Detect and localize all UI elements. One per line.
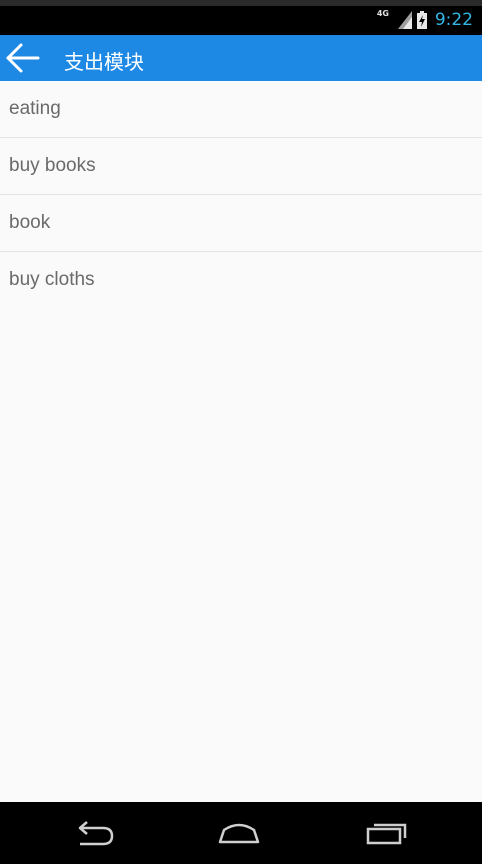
nav-recents-icon [366, 823, 407, 845]
list-item-label: buy books [9, 155, 96, 176]
list-item-label: book [9, 212, 51, 233]
signal-icon [397, 11, 412, 29]
expense-list: eating buy books book buy cloths [0, 81, 482, 308]
list-item-label: buy cloths [9, 269, 95, 290]
list-item-book[interactable]: book [0, 195, 482, 252]
list-item-buy-cloths[interactable]: buy cloths [0, 252, 482, 308]
status-clock: 9:22 [434, 10, 473, 30]
status-bar: 4G 9:22 [0, 0, 482, 35]
nav-home-button[interactable] [214, 816, 264, 852]
nav-recents-button[interactable] [362, 816, 412, 852]
network-type-label: 4G [376, 9, 389, 18]
page-title: 支出模块 [64, 50, 144, 74]
list-item-eating[interactable]: eating [0, 81, 482, 138]
nav-back-icon [78, 821, 114, 846]
status-icons: 4G 9:22 [377, 8, 473, 32]
battery-charging-icon [416, 11, 427, 29]
list-item-buy-books[interactable]: buy books [0, 138, 482, 195]
back-button[interactable] [5, 42, 41, 74]
nav-back-button[interactable] [68, 816, 118, 852]
app-screen: 4G 9:22 支出模块 eating buy books book buy c… [0, 0, 482, 864]
arrow-back-icon [6, 43, 40, 73]
nav-home-icon [218, 823, 260, 844]
navigation-bar [0, 802, 482, 864]
app-bar: 支出模块 [0, 35, 482, 81]
list-item-label: eating [9, 98, 61, 119]
